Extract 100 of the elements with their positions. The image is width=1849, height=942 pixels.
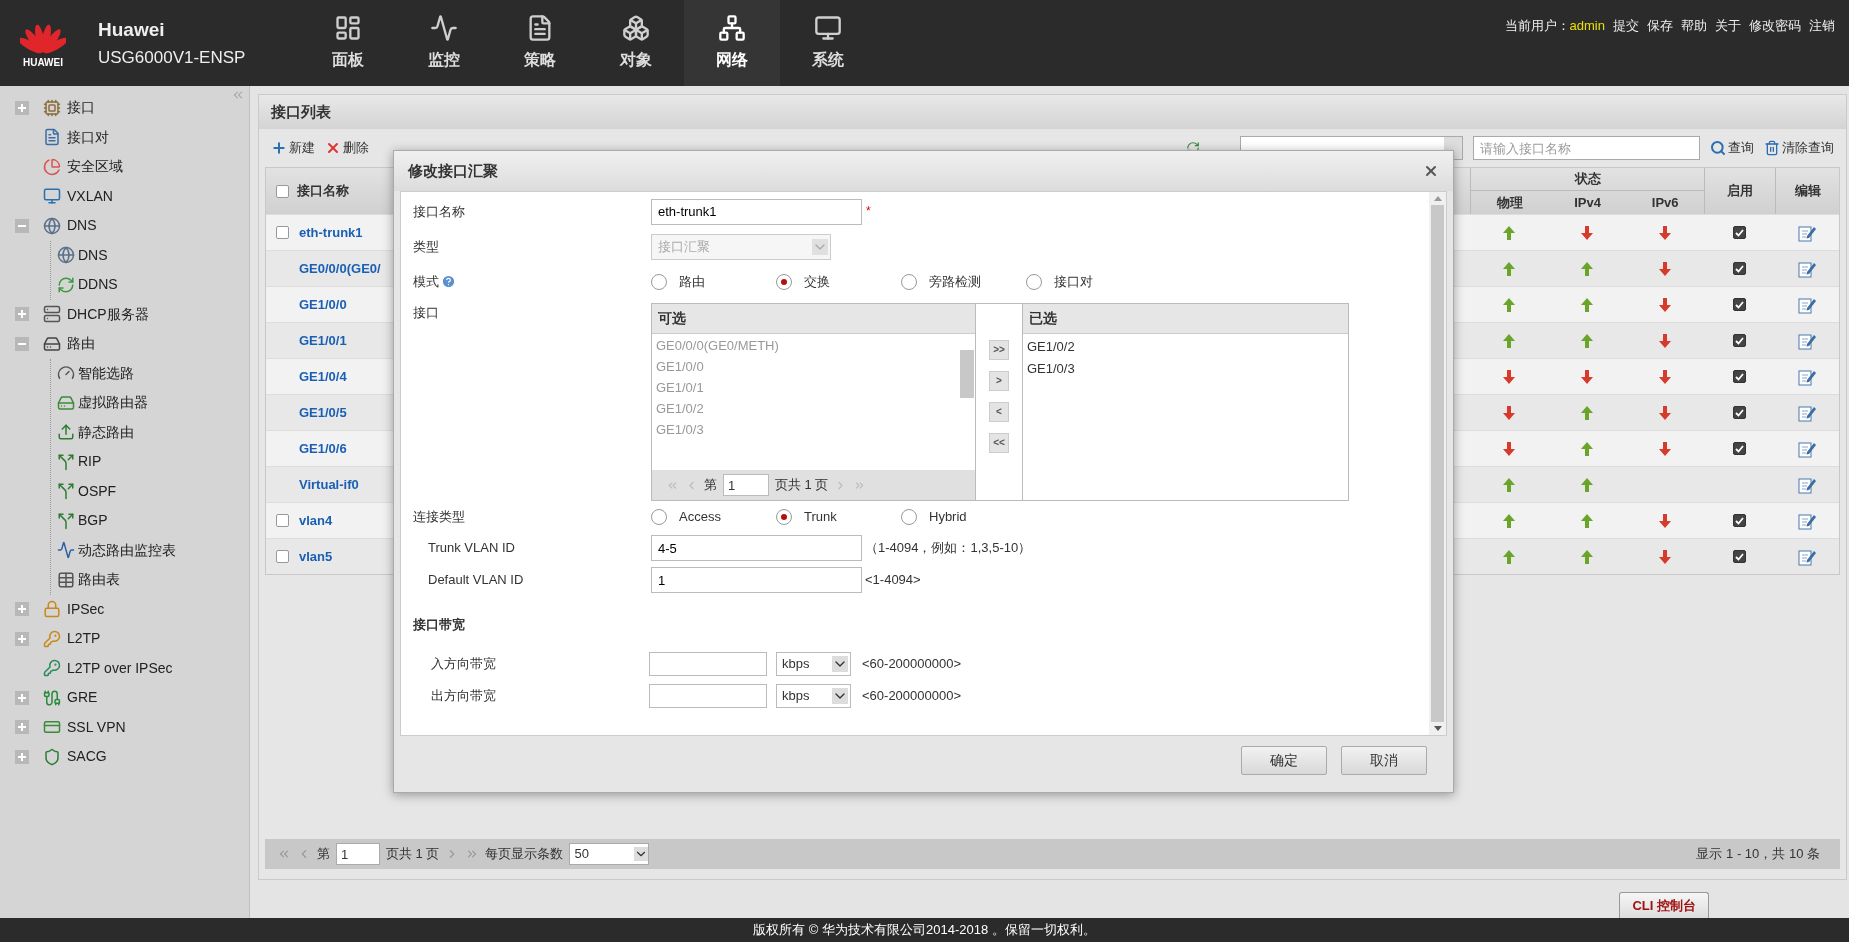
interface-name-link[interactable]: GE1/0/4 (299, 366, 347, 387)
enabled-checkbox[interactable] (1733, 226, 1746, 239)
select-all-checkbox[interactable] (276, 184, 289, 198)
radio-option[interactable]: 旁路检测 (901, 271, 1026, 292)
radio-option[interactable]: Access (651, 506, 776, 527)
header-link[interactable]: 修改密码 (1749, 16, 1801, 36)
radio-option[interactable]: Hybrid (901, 506, 1026, 527)
cli-console-tab[interactable]: CLI 控制台 (1619, 892, 1709, 918)
expand-toggle[interactable] (15, 631, 29, 646)
nav-tab[interactable]: 监控 (396, 0, 492, 86)
enabled-checkbox[interactable] (1733, 262, 1746, 275)
first-page-icon[interactable] (277, 847, 291, 861)
per-page-select[interactable]: 50 (569, 843, 650, 865)
enabled-checkbox[interactable] (1733, 442, 1746, 455)
sidebar-item[interactable]: 动态路由监控表 (51, 535, 249, 565)
row-checkbox[interactable] (276, 514, 289, 527)
header-link[interactable]: 帮助 (1681, 16, 1707, 36)
enabled-checkbox[interactable] (1733, 334, 1746, 347)
move-button[interactable]: << (989, 433, 1009, 453)
bandwidth-field[interactable] (649, 684, 767, 708)
radio-option[interactable]: 接口对 (1026, 271, 1151, 292)
nav-tab[interactable]: 网络 (684, 0, 780, 86)
radio-button[interactable] (651, 508, 667, 525)
enabled-checkbox[interactable] (1733, 550, 1746, 563)
list-item[interactable]: GE1/0/3 (1027, 359, 1348, 381)
interface-name-link[interactable]: GE1/0/1 (299, 330, 347, 351)
sidebar-item[interactable]: DNS (0, 211, 249, 241)
sidebar-item[interactable]: 路由 (0, 329, 249, 359)
interface-name-link[interactable]: eth-trunk1 (299, 222, 363, 243)
collapse-toggle[interactable] (15, 218, 29, 233)
expand-toggle[interactable] (15, 602, 29, 617)
sidebar-item[interactable]: 虚拟路由器 (51, 388, 249, 418)
clear-query-button[interactable]: 清除查询 (1764, 138, 1834, 158)
unit-select[interactable]: kbps (776, 684, 851, 708)
radio-button[interactable] (776, 273, 792, 290)
sidebar-item[interactable]: 静态路由 (51, 417, 249, 447)
sidebar-item[interactable]: IPSec (0, 594, 249, 624)
edit-icon[interactable] (1798, 547, 1816, 566)
interface-name-link[interactable]: GE0/0/0(GE0/ (299, 258, 381, 279)
enabled-checkbox[interactable] (1733, 406, 1746, 419)
edit-icon[interactable] (1798, 511, 1816, 530)
header-link[interactable]: 保存 (1647, 16, 1673, 36)
sidebar-item[interactable]: OSPF (51, 476, 249, 506)
edit-icon[interactable] (1798, 295, 1816, 314)
sidebar-item[interactable]: DHCP服务器 (0, 299, 249, 329)
interface-name-link[interactable]: GE1/0/5 (299, 402, 347, 423)
radio-button[interactable] (776, 508, 792, 525)
expand-toggle[interactable] (15, 307, 29, 322)
list-item[interactable]: GE1/0/2 (1027, 337, 1348, 359)
sidebar-item[interactable]: 智能选路 (51, 358, 249, 388)
edit-icon[interactable] (1798, 403, 1816, 422)
move-button[interactable]: > (989, 371, 1009, 391)
help-icon[interactable] (441, 274, 456, 289)
sidebar-item[interactable]: GRE (0, 683, 249, 713)
sidebar-item[interactable]: RIP (51, 447, 249, 477)
delete-button[interactable]: 删除 (325, 138, 369, 158)
scrollbar[interactable] (1429, 192, 1446, 735)
expand-toggle[interactable] (15, 720, 29, 735)
radio-button[interactable] (901, 508, 917, 525)
cancel-button[interactable]: 取消 (1341, 746, 1427, 775)
unit-select[interactable]: kbps (776, 652, 851, 676)
nav-tab[interactable]: 策略 (492, 0, 588, 86)
sidebar-item[interactable]: 接口对 (0, 122, 249, 152)
query-button[interactable]: 查询 (1710, 138, 1754, 158)
nav-tab[interactable]: 对象 (588, 0, 684, 86)
sidebar-item[interactable]: 接口 (0, 93, 249, 123)
interface-name-link[interactable]: GE1/0/6 (299, 438, 347, 459)
interface-name-link[interactable]: vlan5 (299, 546, 333, 567)
enabled-checkbox[interactable] (1733, 298, 1746, 311)
edit-icon[interactable] (1798, 223, 1816, 242)
sidebar-item[interactable]: 路由表 (51, 565, 249, 595)
edit-icon[interactable] (1798, 259, 1816, 278)
collapse-icon[interactable] (231, 88, 245, 102)
sidebar-item[interactable]: SACG (0, 742, 249, 772)
interface-name-field[interactable]: eth-trunk1 (651, 198, 862, 225)
interface-name-link[interactable]: vlan4 (299, 510, 333, 531)
expand-toggle[interactable] (15, 690, 29, 705)
edit-icon[interactable] (1798, 367, 1816, 386)
sidebar-item[interactable]: BGP (51, 506, 249, 536)
page-field[interactable]: 1 (723, 474, 769, 496)
row-checkbox[interactable] (276, 550, 289, 563)
sidebar-item[interactable]: 安全区域 (0, 152, 249, 182)
edit-icon[interactable] (1798, 439, 1816, 458)
expand-toggle[interactable] (15, 749, 29, 764)
enabled-checkbox[interactable] (1733, 370, 1746, 383)
radio-button[interactable] (1026, 273, 1042, 290)
vlan-id-field[interactable]: 4-5 (651, 535, 862, 561)
interface-name-link[interactable]: Virtual-if0 (299, 474, 359, 495)
sidebar-item[interactable]: SSL VPN (0, 712, 249, 742)
search-field[interactable]: 请输入接口名称 (1473, 136, 1700, 160)
radio-button[interactable] (651, 273, 667, 290)
nav-tab[interactable]: 面板 (300, 0, 396, 86)
interface-name-link[interactable]: GE1/0/0 (299, 294, 347, 315)
radio-button[interactable] (901, 273, 917, 290)
new-button[interactable]: 新建 (271, 138, 315, 158)
vlan-id-field[interactable]: 1 (651, 567, 862, 593)
nav-tab[interactable]: 系统 (780, 0, 876, 86)
sidebar-item[interactable]: DNS (51, 240, 249, 270)
close-button[interactable] (1423, 163, 1439, 179)
edit-icon[interactable] (1798, 331, 1816, 350)
